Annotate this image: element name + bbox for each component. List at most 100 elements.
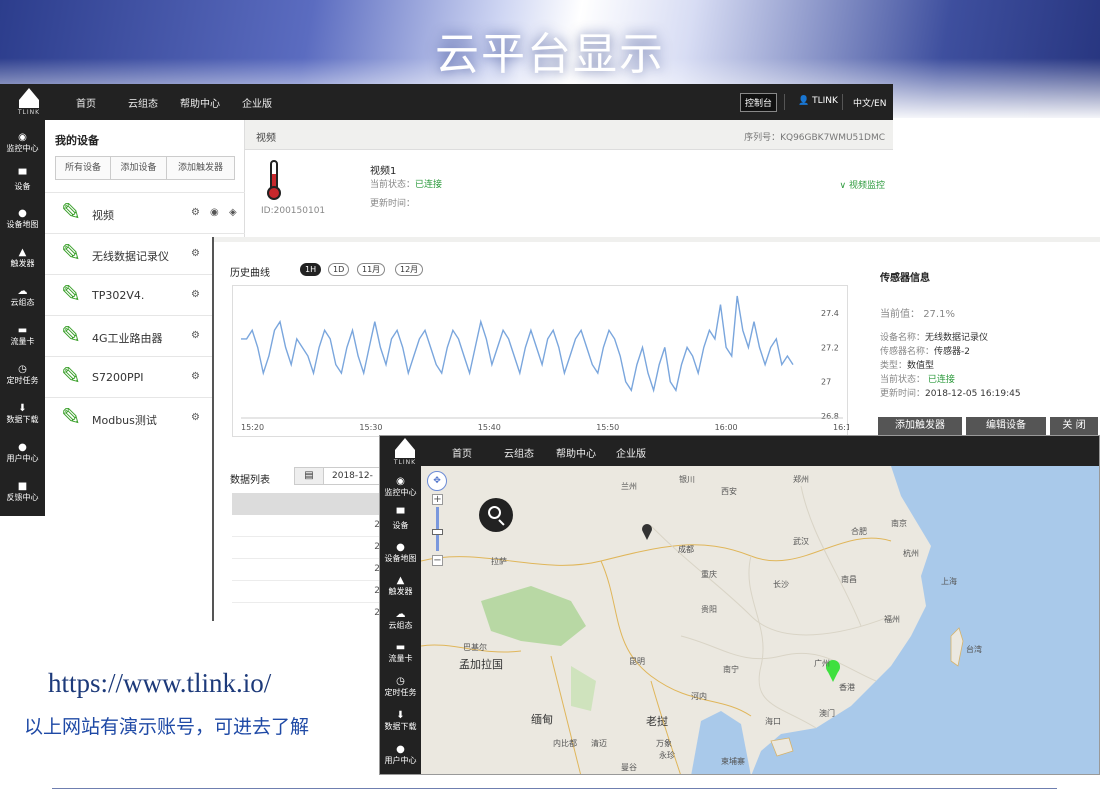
map-label: 杭州	[903, 549, 919, 558]
close-button[interactable]: 关 闭	[1050, 417, 1098, 435]
nav-enterprise[interactable]: 企业版	[616, 445, 646, 460]
nav-cloud-config[interactable]: 云组态	[128, 95, 158, 110]
x-tick-label: 16:10	[833, 423, 849, 432]
nav-home[interactable]: 首页	[452, 445, 472, 460]
user-menu[interactable]: 👤 TLINK	[798, 96, 838, 106]
table-header	[232, 493, 382, 515]
search-icon[interactable]	[479, 498, 513, 532]
device-map[interactable]: 拉萨 成都 重庆 贵阳 长沙 武汉 南昌 福州 杭州 南京 合肥 郑州 西安 兰…	[421, 466, 1099, 774]
map-label: 重庆	[701, 570, 717, 579]
map-label: 内比都	[553, 739, 577, 748]
settings-icon[interactable]: ⚙	[191, 371, 200, 382]
tlink-logo-icon[interactable]: TLINK	[390, 438, 420, 468]
nav-home[interactable]: 首页	[76, 95, 96, 110]
locate-icon[interactable]: ◈	[229, 207, 237, 218]
sidebar-item-scheduled-tasks[interactable]: ◷ 定时任务	[0, 364, 45, 386]
table-row: 2	[232, 581, 382, 603]
y-tick-label: 27.4	[821, 309, 839, 318]
eye-icon[interactable]: ◉	[210, 207, 219, 218]
sidebar-item-data-download[interactable]: ⬇ 数据下载	[0, 403, 45, 425]
device-row[interactable]: ✎ 视频 ⚙ ◉ ◈	[45, 192, 245, 233]
map-label: 拉萨	[491, 557, 507, 566]
range-nov-button[interactable]: 11月	[357, 263, 386, 276]
nav-enterprise[interactable]: 企业版	[242, 95, 272, 110]
y-tick-label: 26.8	[821, 412, 839, 421]
sidebar-item-device-map[interactable]: ● 设备地图	[0, 208, 45, 230]
settings-icon[interactable]: ⚙	[191, 289, 200, 300]
date-input[interactable]: 2018-12-	[324, 467, 384, 485]
sidebar-item-devices[interactable]: ▀ 设备	[0, 170, 45, 192]
map-label: 万象	[656, 739, 672, 748]
settings-icon[interactable]: ⚙	[191, 330, 200, 341]
sidebar-item-monitor[interactable]: ◉ 监控中心	[380, 476, 421, 498]
table-row: 2	[232, 515, 382, 537]
settings-icon[interactable]: ⚙	[191, 248, 200, 259]
pen-icon: ✎	[61, 198, 82, 226]
y-tick-label: 27.2	[821, 343, 839, 352]
map-label: 海口	[765, 717, 781, 726]
map-label: 长沙	[773, 580, 789, 589]
card-icon: ▬	[17, 325, 28, 336]
sidebar-item-scheduled-tasks[interactable]: ◷ 定时任务	[380, 676, 421, 698]
sidebar-item-user-center[interactable]: ● 用户中心	[0, 442, 45, 464]
pan-control-icon[interactable]: ✥	[427, 471, 447, 491]
x-tick-label: 15:20	[241, 423, 264, 432]
device-map-screenshot: TLINK 首页 云组态 帮助中心 企业版 ◉ 监控中心 ▀ 设备 ● 设备地图 ▲ 触…	[379, 435, 1100, 775]
divider	[842, 94, 843, 110]
demo-account-note: 以上网站有演示账号，可进去了解	[24, 716, 310, 738]
language-switch[interactable]: 中文/EN	[853, 96, 886, 109]
pen-icon: ✎	[61, 321, 82, 349]
sidebar-item-triggers[interactable]: ▲ 触发器	[0, 247, 45, 269]
map-label: 广州	[814, 659, 830, 668]
settings-icon[interactable]: ⚙	[191, 207, 200, 218]
map-pin-icon: ●	[396, 542, 405, 553]
sidebar-item-device-map[interactable]: ● 设备地图	[380, 542, 421, 564]
range-1d-button[interactable]: 1D	[328, 263, 350, 276]
calendar-icon[interactable]: ▤	[294, 467, 324, 485]
map-label: 银川	[679, 475, 695, 484]
x-tick-label: 15:50	[596, 423, 619, 432]
tab-add-device[interactable]: 添加设备	[111, 156, 167, 180]
download-icon: ⬇	[396, 710, 405, 721]
sidebar-item-monitor[interactable]: ◉ 监控中心	[0, 132, 45, 154]
panel-header-strip	[214, 237, 1100, 242]
sidebar-item-data-card[interactable]: ▬ 流量卡	[0, 325, 45, 347]
zoom-out-button[interactable]: −	[432, 555, 443, 566]
sidebar-item-cloud-config[interactable]: ☁ 云组态	[0, 286, 45, 308]
nav-help-center[interactable]: 帮助中心	[180, 95, 220, 110]
range-1h-button[interactable]: 1H	[300, 263, 322, 276]
map-label: 老挝	[646, 715, 668, 728]
sidebar-item-data-card[interactable]: ▬ 流量卡	[380, 642, 421, 664]
sidebar-item-cloud-config[interactable]: ☁ 云组态	[380, 609, 421, 631]
sidebar-item-user-center[interactable]: ● 用户中心	[380, 744, 421, 766]
console-button[interactable]: 控制台	[740, 93, 778, 112]
map-label: 河内	[691, 692, 707, 701]
sensor-name: 视频1	[370, 166, 397, 177]
map-label: 巴基尔	[463, 643, 487, 652]
sidebar-item-devices[interactable]: ▀ 设备	[380, 509, 421, 531]
nav-cloud-config[interactable]: 云组态	[504, 445, 534, 460]
settings-icon[interactable]: ⚙	[191, 412, 200, 423]
map-label: 香港	[839, 683, 855, 692]
my-devices-title: 我的设备	[55, 134, 99, 147]
video-monitor-link[interactable]: ∨ 视频监控	[840, 178, 885, 191]
tab-add-trigger[interactable]: 添加触发器	[167, 156, 235, 180]
zoom-slider-handle[interactable]	[432, 529, 443, 535]
tab-all-devices[interactable]: 所有设备	[55, 156, 111, 180]
tlink-logo-icon[interactable]: TLINK	[14, 88, 44, 118]
sidebar-item-feedback[interactable]: ■ 反馈中心	[0, 481, 45, 503]
sidebar-item-data-download[interactable]: ⬇ 数据下载	[380, 710, 421, 732]
add-trigger-button[interactable]: 添加触发器	[878, 417, 962, 435]
footer-divider	[52, 788, 1057, 789]
map-label: 成都	[678, 545, 694, 554]
nav-help-center[interactable]: 帮助中心	[556, 445, 596, 460]
series-line	[241, 295, 794, 393]
zoom-in-button[interactable]: +	[432, 494, 443, 505]
clock-icon: ◷	[396, 676, 405, 687]
website-url[interactable]: https://www.tlink.io/	[48, 668, 271, 699]
map-label: 清迈	[591, 739, 607, 748]
divider	[784, 94, 785, 110]
range-dec-button[interactable]: 12月	[395, 263, 424, 276]
edit-device-button[interactable]: 编辑设备	[966, 417, 1046, 435]
sidebar-item-triggers[interactable]: ▲ 触发器	[380, 575, 421, 597]
